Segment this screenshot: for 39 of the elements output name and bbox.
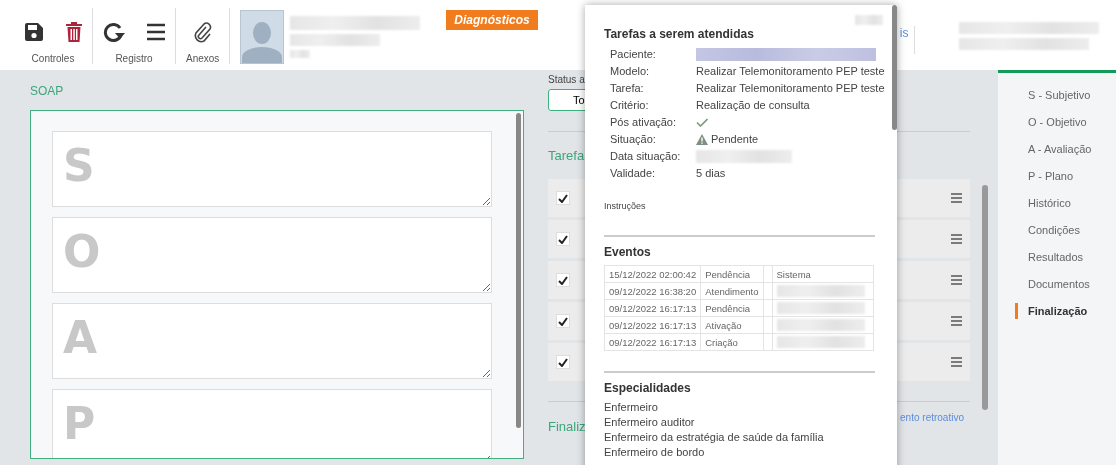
field-label: Pós ativação: bbox=[610, 115, 678, 129]
toolbar-group-label: Registro bbox=[115, 53, 153, 64]
list-item: Enfermeiro auditor bbox=[604, 416, 696, 429]
list-item: Enfermeiro de bordo bbox=[604, 446, 706, 459]
table-cell: 09/12/2022 16:38:20 bbox=[604, 282, 701, 300]
status-text: Pendente bbox=[711, 132, 759, 146]
field-value: Realizar Telemonitoramento PEP teste bbox=[696, 64, 885, 78]
field-label: Modelo: bbox=[610, 64, 651, 78]
list-item: Enfermeiro da estratégia de saúde da família bbox=[604, 431, 825, 444]
popup-title: Tarefas a serem atendidas bbox=[604, 27, 755, 41]
section-title: Tarefa bbox=[548, 148, 585, 163]
section-title: Especialidades bbox=[604, 381, 692, 395]
table-cell: 09/12/2022 16:17:13 bbox=[604, 333, 701, 351]
field-label: Validade: bbox=[610, 166, 657, 180]
field-value: 5 dias bbox=[696, 166, 726, 180]
field-value: Realizar Telemonitoramento PEP teste bbox=[696, 81, 885, 95]
table-cell: Criação bbox=[700, 333, 763, 351]
field-label: Tarefa: bbox=[610, 81, 645, 95]
section-title: SOAP bbox=[30, 84, 65, 98]
table-cell: 09/12/2022 16:17:13 bbox=[604, 299, 701, 317]
table-cell: Pendência bbox=[700, 265, 763, 283]
table-cell: 15/12/2022 02:00:42 bbox=[604, 265, 701, 283]
field-label: Status a bbox=[548, 74, 585, 86]
table-cell: Ativação bbox=[700, 316, 763, 334]
field-label: Situação: bbox=[610, 132, 657, 146]
field-label: Instruções bbox=[604, 201, 647, 211]
field-label: Critério: bbox=[610, 98, 650, 112]
field-label: Data situação: bbox=[610, 149, 682, 163]
field-value: Realização de consulta bbox=[696, 98, 810, 112]
table-cell: 09/12/2022 16:17:13 bbox=[604, 316, 701, 334]
list-item: Enfermeiro bbox=[604, 401, 659, 414]
toolbar-group-label: Controles bbox=[31, 53, 75, 64]
section-title: Eventos bbox=[604, 245, 652, 259]
section-title: Finaliz bbox=[548, 419, 586, 434]
toolbar-group-label: Anexos bbox=[186, 53, 220, 64]
table-cell: Atendimento bbox=[700, 282, 763, 300]
field-label: Paciente: bbox=[610, 47, 657, 61]
table-cell: Pendência bbox=[700, 299, 763, 317]
table-cell: Sistema bbox=[772, 265, 873, 283]
